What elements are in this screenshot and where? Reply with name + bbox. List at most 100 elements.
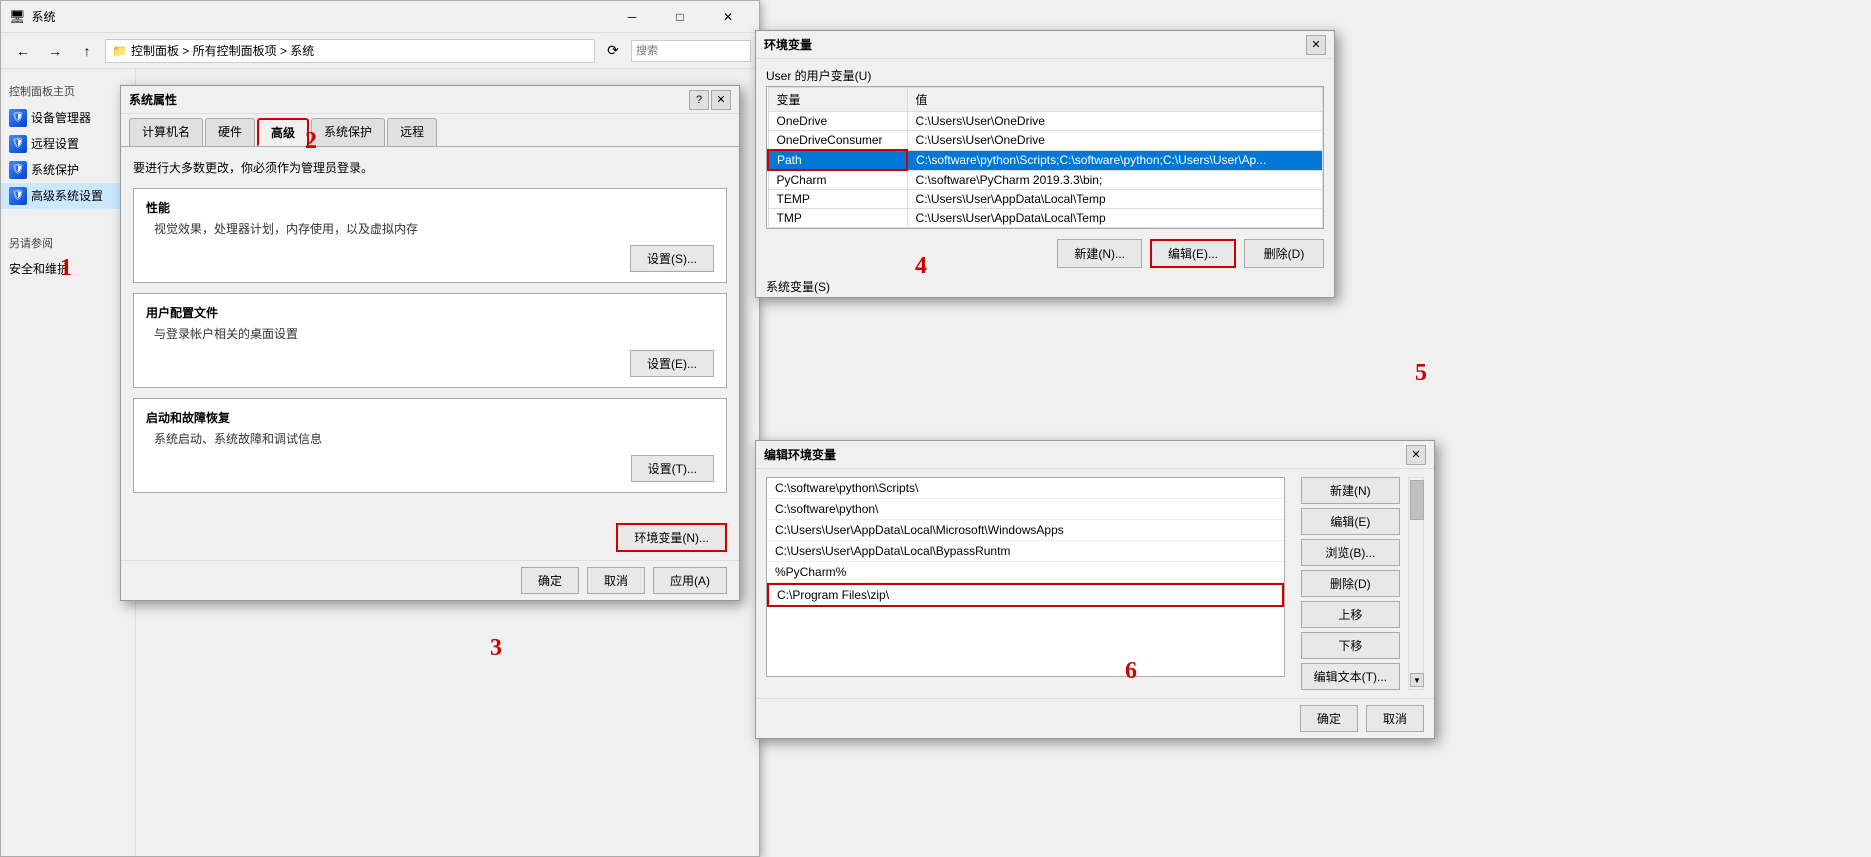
cancel-button[interactable]: 取消 [587, 567, 645, 594]
sidebar-security-label: 安全和维护 [9, 261, 69, 278]
list-item[interactable]: C:\Users\User\AppData\Local\BypassRuntm [767, 541, 1284, 562]
var-name: PyCharm [768, 170, 907, 190]
address-bar[interactable]: 📁 控制面板 > 所有控制面板项 > 系统 [105, 39, 595, 63]
sidebar-item-advanced[interactable]: 🛡 高级系统设置 [1, 183, 135, 209]
sidebar-item-device-manager-label: 设备管理器 [31, 110, 91, 127]
path-list-container: C:\software\python\Scripts\ C:\software\… [766, 477, 1285, 690]
table-row[interactable]: TEMP C:\Users\User\AppData\Local\Temp [768, 190, 1323, 209]
performance-settings-button[interactable]: 设置(S)... [630, 245, 714, 272]
user-profiles-title: 用户配置文件 [146, 304, 714, 321]
edit-env-close-button[interactable]: ✕ [1406, 445, 1426, 465]
var-name: OneDriveConsumer [768, 131, 907, 151]
env-vars-title-bar: 环境变量 ✕ [756, 31, 1334, 59]
tab-system-protection[interactable]: 系统保护 [311, 118, 385, 146]
user-vars-buttons: 新建(N)... 编辑(E)... 删除(D) [756, 233, 1334, 274]
table-row[interactable]: TMP C:\Users\User\AppData\Local\Temp [768, 209, 1323, 228]
var-value: C:\Users\User\AppData\Local\Temp [907, 209, 1322, 228]
sys-props-close-x-button[interactable]: ✕ [711, 90, 731, 110]
env-vars-close-button[interactable]: ✕ [1306, 35, 1326, 55]
delete-user-var-button[interactable]: 删除(D) [1244, 239, 1324, 268]
sidebar-item-protection[interactable]: 🛡 系统保护 [1, 157, 135, 183]
val-col-header: 值 [907, 88, 1322, 112]
sys-props-ok-area: 确定 取消 应用(A) [121, 560, 739, 600]
search-input[interactable] [631, 40, 751, 62]
remote-icon: 🛡 [9, 135, 27, 153]
move-down-button[interactable]: 下移 [1301, 632, 1400, 659]
edit-env-cancel-button[interactable]: 取消 [1366, 705, 1424, 732]
path-list[interactable]: C:\software\python\Scripts\ C:\software\… [766, 477, 1285, 677]
startup-section: 启动和故障恢复 系统启动、系统故障和调试信息 设置(T)... [133, 398, 727, 493]
edit-path-button[interactable]: 编辑(E) [1301, 508, 1400, 535]
sidebar-item-protection-label: 系统保护 [31, 162, 79, 179]
window-icon: 🖥 [9, 9, 26, 25]
path-table-row[interactable]: Path C:\software\python\Scripts;C:\softw… [768, 150, 1323, 170]
user-profiles-desc: 与登录帐户相关的桌面设置 [146, 325, 714, 342]
list-item[interactable]: %PyCharm% [767, 562, 1284, 583]
var-name: OneDrive [768, 112, 907, 131]
edit-env-title-bar: 编辑环境变量 ✕ [756, 441, 1434, 469]
advanced-icon: 🛡 [9, 187, 27, 205]
edit-user-var-button[interactable]: 编辑(E)... [1150, 239, 1236, 268]
performance-title: 性能 [146, 199, 714, 216]
var-name: TMP [768, 209, 907, 228]
sidebar-item-security[interactable]: 安全和维护 [1, 257, 135, 282]
tab-advanced[interactable]: 高级 [257, 118, 309, 146]
back-button[interactable]: ← [9, 37, 37, 65]
protection-icon: 🛡 [9, 161, 27, 179]
forward-button[interactable]: → [41, 37, 69, 65]
env-vars-title: 环境变量 [764, 36, 812, 53]
list-item[interactable]: C:\Users\User\AppData\Local\Microsoft\Wi… [767, 520, 1284, 541]
user-vars-label: User 的用户变量(U) [756, 59, 1334, 86]
ok-button[interactable]: 确定 [521, 567, 579, 594]
edit-text-button[interactable]: 编辑文本(T)... [1301, 663, 1400, 690]
nav-bar: ← → ↑ 📁 控制面板 > 所有控制面板项 > 系统 ⟳ [1, 33, 759, 69]
apply-button[interactable]: 应用(A) [653, 567, 727, 594]
edit-env-ok-button[interactable]: 确定 [1300, 705, 1358, 732]
system-title-bar: 🖥 系统 ─ □ ✕ [1, 1, 759, 33]
annotation-5: 5 [1415, 360, 1427, 387]
performance-desc: 视觉效果，处理器计划，内存使用，以及虚拟内存 [146, 220, 714, 237]
up-button[interactable]: ↑ [73, 37, 101, 65]
startup-settings-button[interactable]: 设置(T)... [631, 455, 714, 482]
sidebar-item-device-manager[interactable]: 🛡 设备管理器 [1, 105, 135, 131]
sys-props-title-bar: 系统属性 ? ✕ [121, 86, 739, 114]
list-item[interactable]: C:\software\python\Scripts\ [767, 478, 1284, 499]
tab-computer-name[interactable]: 计算机名 [129, 118, 203, 146]
scrollbar[interactable]: ▼ [1408, 477, 1424, 690]
maximize-button[interactable]: □ [657, 1, 703, 33]
close-button[interactable]: ✕ [705, 1, 751, 33]
new-path-button[interactable]: 新建(N) [1301, 477, 1400, 504]
list-item-highlighted[interactable]: C:\Program Files\zip\ [767, 583, 1284, 607]
new-user-var-button[interactable]: 新建(N)... [1057, 239, 1142, 268]
table-row[interactable]: PyCharm C:\software\PyCharm 2019.3.3\bin… [768, 170, 1323, 190]
sys-props-footer: 环境变量(N)... [121, 515, 739, 560]
sys-props-title-controls: ? ✕ [689, 90, 731, 110]
var-value: C:\Users\User\OneDrive [907, 131, 1322, 151]
move-up-button[interactable]: 上移 [1301, 601, 1400, 628]
delete-path-button[interactable]: 删除(D) [1301, 570, 1400, 597]
tab-remote[interactable]: 远程 [387, 118, 437, 146]
sidebar: 控制面板主页 🛡 设备管理器 🛡 远程设置 🛡 系统保护 🛡 高级系统设置 另请… [1, 69, 136, 856]
list-item[interactable]: C:\software\python\ [767, 499, 1284, 520]
sidebar-item-remote[interactable]: 🛡 远程设置 [1, 131, 135, 157]
tab-hardware[interactable]: 硬件 [205, 118, 255, 146]
env-vars-button[interactable]: 环境变量(N)... [616, 523, 727, 552]
var-value: C:\software\PyCharm 2019.3.3\bin; [907, 170, 1322, 190]
scroll-down-arrow[interactable]: ▼ [1410, 673, 1424, 687]
sys-props-close-button[interactable]: ? [689, 90, 709, 110]
edit-content-area: C:\software\python\Scripts\ C:\software\… [766, 477, 1424, 690]
startup-desc: 系统启动、系统故障和调试信息 [146, 430, 714, 447]
title-bar-controls: ─ □ ✕ [609, 1, 751, 33]
edit-env-title-controls: ✕ [1406, 445, 1426, 465]
address-icon: 📁 [112, 44, 127, 58]
refresh-button[interactable]: ⟳ [599, 37, 627, 65]
user-profiles-settings-button[interactable]: 设置(E)... [630, 350, 714, 377]
edit-env-body: C:\software\python\Scripts\ C:\software\… [756, 469, 1434, 698]
env-vars-title-controls: ✕ [1306, 35, 1326, 55]
env-vars-dialog: 环境变量 ✕ User 的用户变量(U) 变量 值 OneDrive C:\Us… [755, 30, 1335, 298]
var-value: C:\Users\User\AppData\Local\Temp [907, 190, 1322, 209]
minimize-button[interactable]: ─ [609, 1, 655, 33]
table-row[interactable]: OneDrive C:\Users\User\OneDrive [768, 112, 1323, 131]
table-row[interactable]: OneDriveConsumer C:\Users\User\OneDrive [768, 131, 1323, 151]
browse-path-button[interactable]: 浏览(B)... [1301, 539, 1400, 566]
